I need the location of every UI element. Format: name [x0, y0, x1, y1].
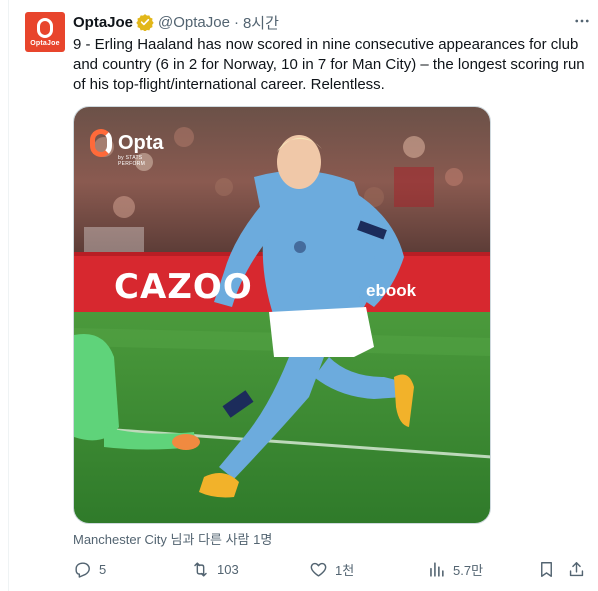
retweet-icon [194, 561, 207, 577]
reply-button[interactable]: 5 [73, 557, 106, 581]
separator-dot: · [233, 13, 239, 31]
tweet-photo[interactable]: Opta by STATS PERFORM CAZOO ebook [73, 106, 491, 524]
tweet-timestamp[interactable]: 8시간 [243, 12, 279, 33]
retweet-count: 103 [217, 561, 239, 577]
author-name[interactable]: OptaJoe [73, 14, 133, 31]
tweet-card[interactable]: OptaJoe OptaJoe @OptaJoe · 8시간 9 - Erlin… [8, 0, 598, 591]
opta-logo-icon [90, 129, 112, 157]
share-icon [569, 561, 584, 576]
ad-board-text: CAZOO [114, 267, 253, 307]
social-context[interactable]: Manchester City 님과 다른 사람 1명 [73, 529, 272, 548]
opta-watermark: Opta by STATS PERFORM [90, 129, 164, 167]
verified-badge-icon[interactable] [136, 13, 154, 31]
opta-o-icon [37, 18, 53, 38]
bookmark-button[interactable] [537, 557, 563, 581]
views-count: 5.7만 [453, 562, 484, 578]
share-button[interactable] [567, 557, 593, 581]
retweet-button[interactable]: 103 [191, 557, 239, 581]
heart-icon [310, 562, 327, 577]
avatar-brand-text: OptaJoe [30, 40, 60, 47]
avatar[interactable]: OptaJoe [25, 12, 65, 52]
views-icon [430, 561, 444, 577]
reply-count: 5 [99, 561, 107, 577]
opta-watermark-brand: Opta [118, 132, 164, 154]
author-handle[interactable]: @OptaJoe [158, 14, 230, 31]
ad-board-text-2: ebook [366, 281, 417, 300]
like-count: 1천 [335, 562, 355, 578]
haaland-photo [74, 107, 490, 523]
action-bar: 5 103 1천 5.7만 [73, 557, 593, 581]
reply-icon [75, 561, 90, 578]
tweet-text: 9 - Erling Haaland has now scored in nin… [73, 36, 585, 93]
tweet-header: OptaJoe @OptaJoe · 8시간 [73, 12, 279, 32]
bookmark-icon [541, 561, 552, 577]
more-icon[interactable] [572, 12, 592, 32]
views-button[interactable]: 5.7만 [427, 557, 483, 581]
like-button[interactable]: 1천 [309, 557, 354, 581]
opta-watermark-sub: by STATS PERFORM [118, 155, 146, 167]
